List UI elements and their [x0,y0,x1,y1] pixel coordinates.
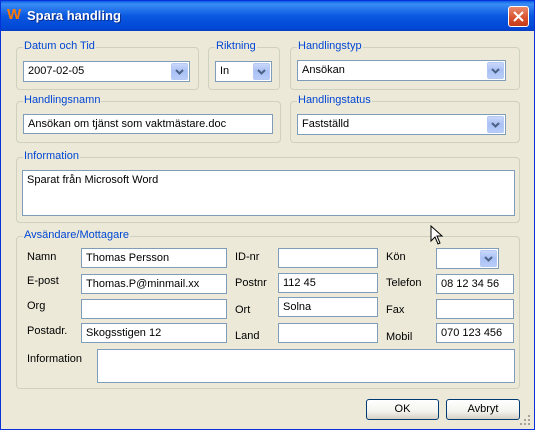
riktning-select[interactable]: In [215,61,272,82]
contact-info-label: Information [27,353,83,365]
datum-value: 2007-02-05 [28,65,85,77]
namn-label: Namn [27,251,57,263]
mobil-input[interactable]: 070 123 456 [436,323,514,343]
telefon-input[interactable]: 08 12 34 56 [436,274,514,294]
chevron-down-icon[interactable] [480,250,497,267]
handlingstyp-legend: Handlingstyp [297,40,363,52]
window-title: Spara handling [27,8,121,23]
handlingsnamn-input[interactable]: Ansökan om tjänst som vaktmästare.doc [23,114,273,134]
telefon-label: Telefon [386,277,422,289]
land-label: Land [235,330,260,342]
postnr-label: Postnr [235,277,267,289]
information-value: Sparat från Microsoft Word [27,174,159,186]
org-label: Org [27,300,46,312]
kon-select[interactable] [436,248,499,269]
fax-input[interactable] [436,299,514,319]
handlingstatus-value: Fastställd [302,118,350,130]
contact-info-textarea[interactable] [97,349,515,383]
mobil-label: Mobil [386,331,413,343]
close-button[interactable] [508,6,529,27]
contact-legend: Avsändare/Mottagare [23,229,130,241]
postnr-value: 112 45 [283,277,316,289]
land-input[interactable] [278,323,378,343]
postadr-input[interactable]: Skogsstigen 12 [81,323,227,343]
handlingstatus-legend: Handlingstatus [297,94,372,106]
idnr-label: ID-nr [235,251,260,263]
datum-select[interactable]: 2007-02-05 [23,61,190,82]
ok-button[interactable]: OK [366,399,439,420]
idnr-input[interactable] [278,248,378,268]
ort-label: Ort [235,304,251,316]
chevron-down-icon[interactable] [487,62,504,79]
fax-label: Fax [386,304,405,316]
handlingstatus-select[interactable]: Fastställd [297,114,506,135]
namn-input[interactable]: Thomas Persson [81,248,227,268]
chevron-down-icon[interactable] [171,63,188,80]
kon-label: Kön [386,251,406,263]
information-textarea[interactable]: Sparat från Microsoft Word [22,170,515,216]
dialog-window: W Spara handling Datum och Tid 2007-02-0… [0,0,535,430]
ort-input[interactable]: Solna [278,297,378,317]
ort-value: Solna [283,301,312,313]
riktning-value: In [220,65,230,77]
resize-grip-icon[interactable] [519,414,531,426]
postadr-label: Postadr. [27,325,68,337]
epost-input[interactable]: Thomas.P@minmail.xx [81,274,227,294]
mouse-cursor-icon [430,225,444,245]
handlingsnamn-legend: Handlingsnamn [23,94,102,106]
postadr-value: Skogsstigen 12 [86,327,162,339]
riktning-legend: Riktning [215,40,257,52]
handlingsnamn-value: Ansökan om tjänst som vaktmästare.doc [28,118,227,130]
epost-value: Thomas.P@minmail.xx [86,278,200,290]
handlingstyp-value: Ansökan [302,64,345,76]
title-bar[interactable]: W Spara handling [1,1,534,31]
namn-value: Thomas Persson [86,252,170,264]
handlingstyp-select[interactable]: Ansökan [297,60,506,81]
epost-label: E-post [27,275,59,287]
postnr-input[interactable]: 112 45 [278,273,378,293]
app-logo-icon: W [7,6,22,23]
close-icon [513,11,524,22]
chevron-down-icon[interactable] [487,116,504,133]
telefon-value: 08 12 34 56 [441,278,500,290]
org-input[interactable] [81,299,227,319]
mobil-value: 070 123 456 [441,327,503,339]
information-legend: Information [23,150,81,162]
chevron-down-icon[interactable] [253,63,270,80]
datum-legend: Datum och Tid [23,40,96,52]
cancel-button[interactable]: Avbryt [446,399,520,420]
